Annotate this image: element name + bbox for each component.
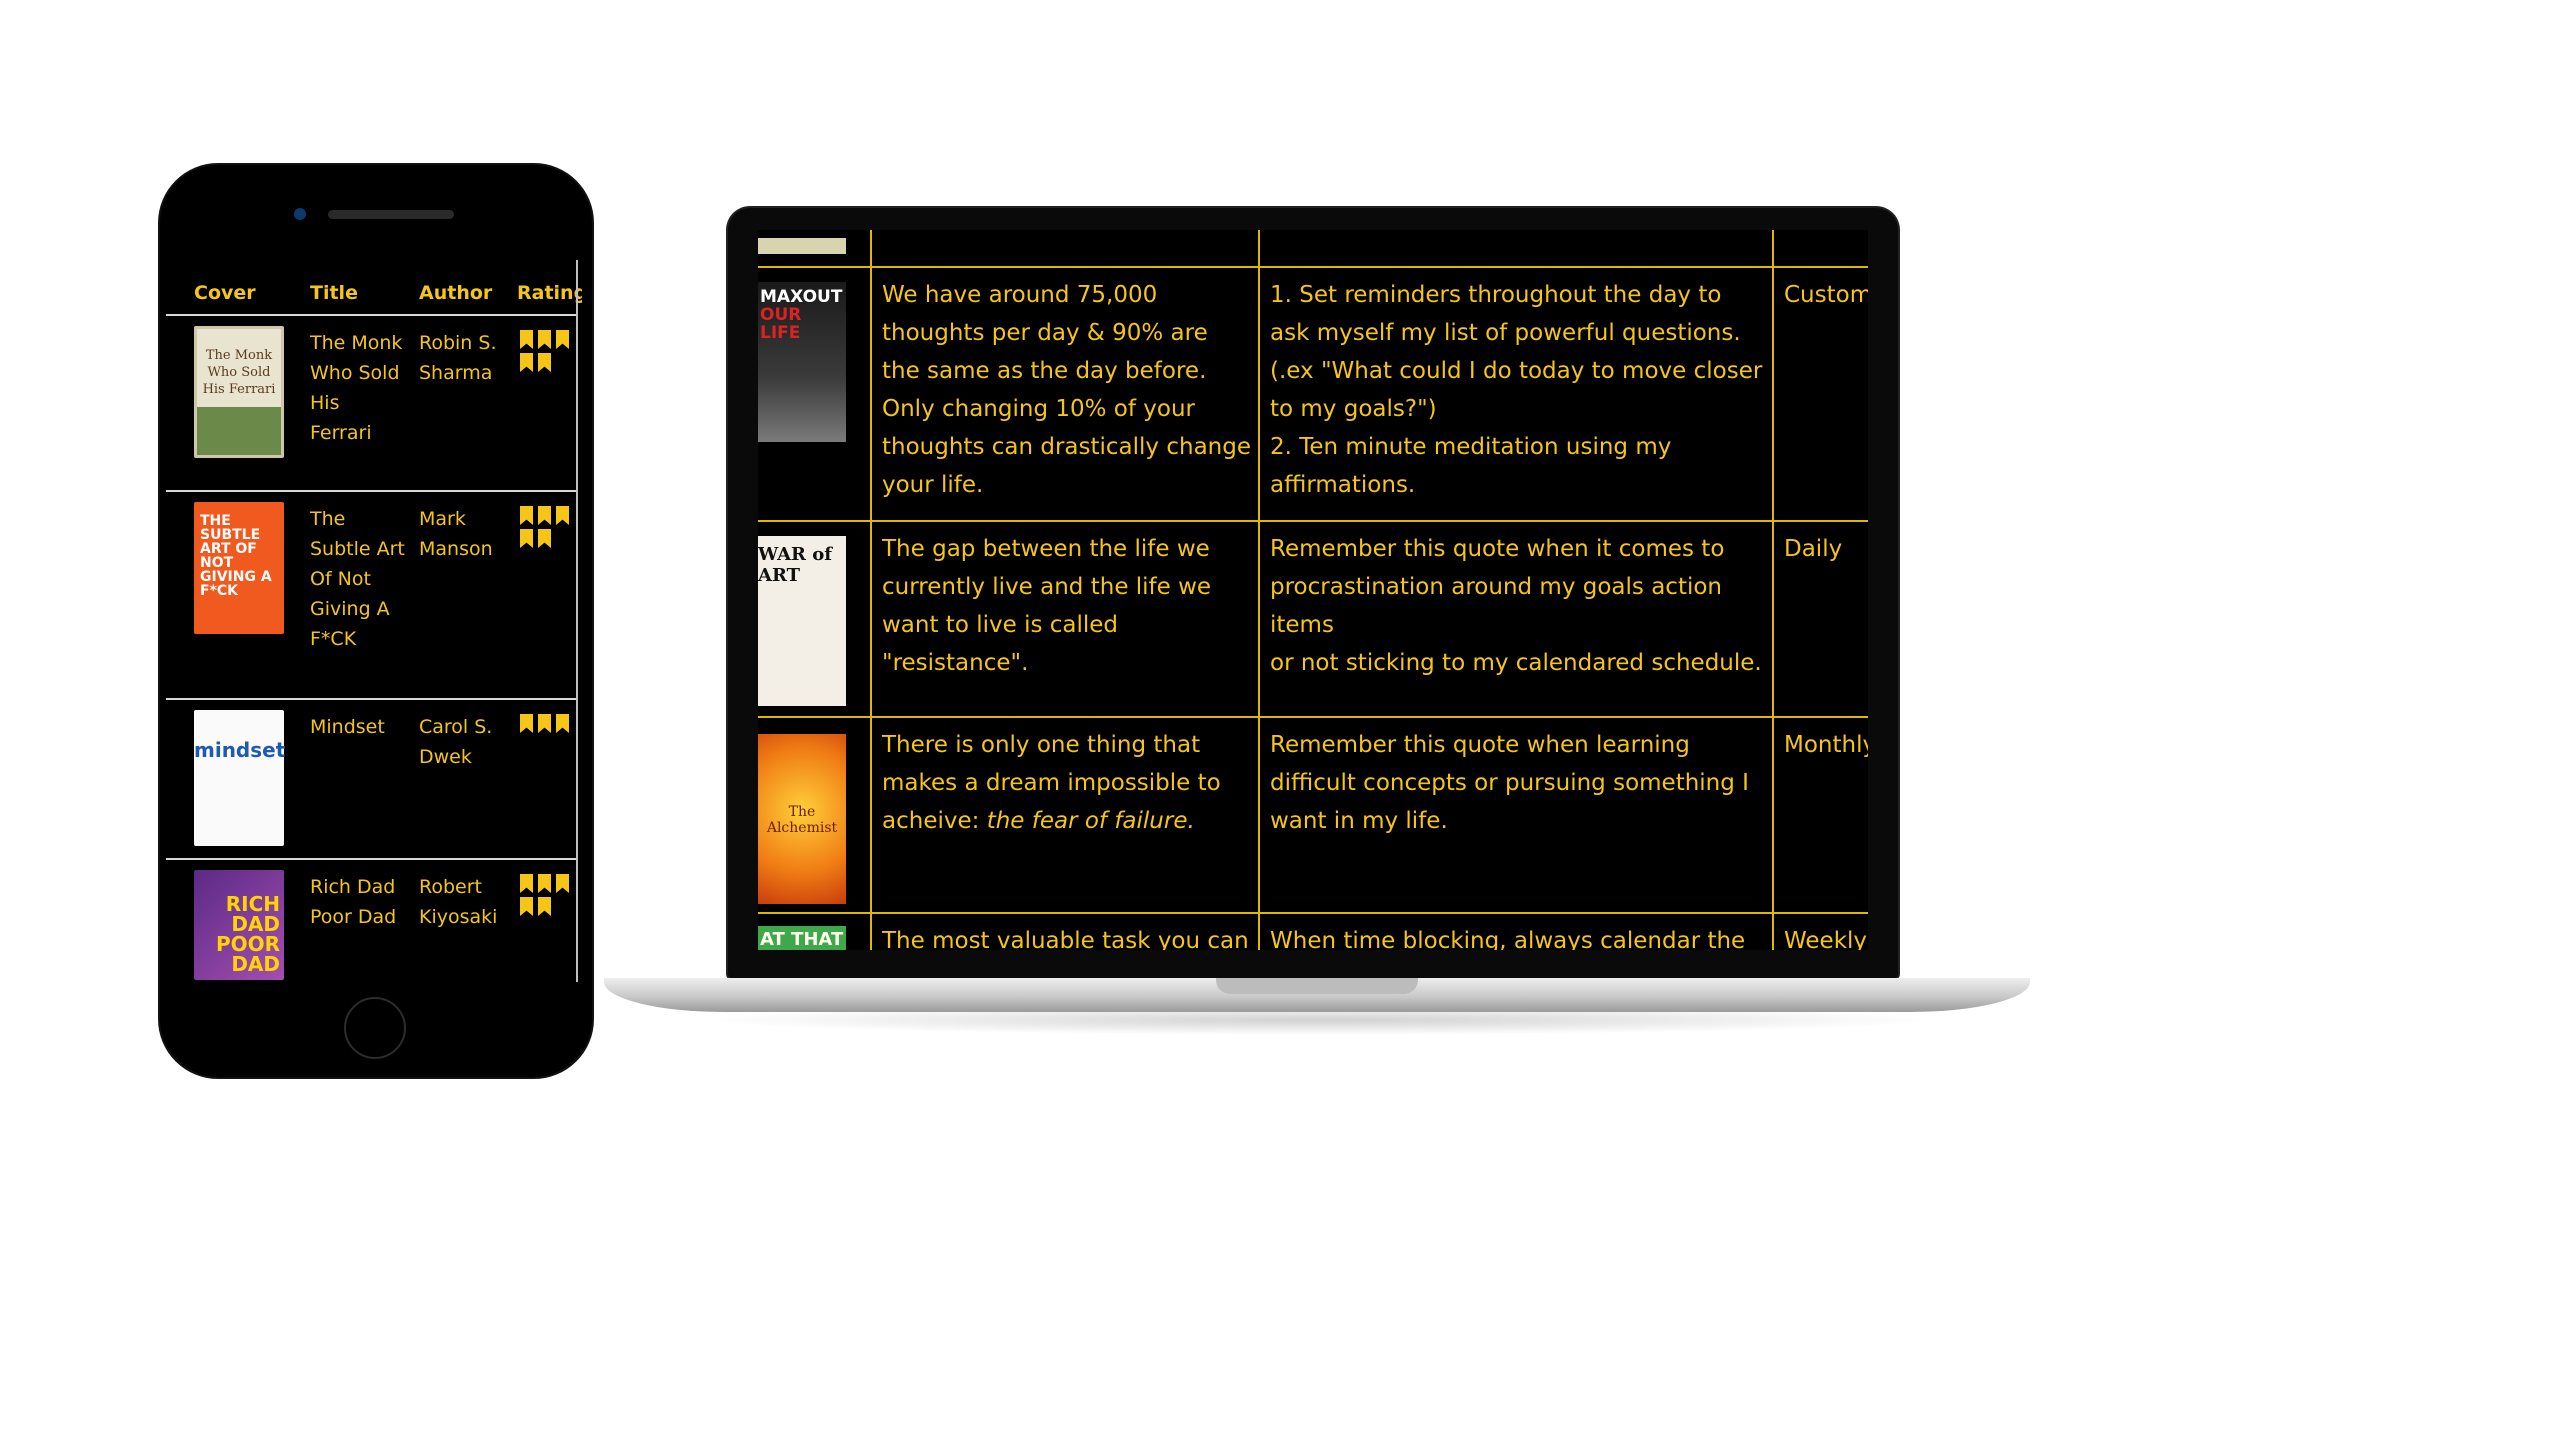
frequency-cell: Custom — [1784, 282, 1868, 308]
frequency-cell: Monthly — [1784, 732, 1868, 758]
rating-bookmark-icon — [556, 506, 569, 525]
rating-bookmark-icon — [556, 330, 569, 349]
action-line: 1. Set reminders throughout the day to a… — [1270, 282, 1741, 346]
rating — [520, 506, 580, 552]
row-divider — [758, 716, 1868, 718]
rating-bookmark-icon — [520, 529, 533, 548]
home-button[interactable] — [344, 997, 406, 1059]
laptop-screen[interactable]: MAXOUT OUR LIFE WAR of ART The Alchemist … — [758, 230, 1868, 950]
rating-bookmark-icon — [556, 714, 569, 733]
quote-cell: We have around 75,000 thoughts per day &… — [882, 282, 1251, 498]
laptop-base — [604, 978, 2030, 1012]
rating-bookmark-icon — [538, 529, 551, 548]
rating-bookmark-icon — [556, 874, 569, 893]
action-cell: Remember this quote when it comes to pro… — [1270, 530, 1766, 682]
table-row[interactable]: The Monk Who Sold His Ferrari The Monk W… — [166, 316, 576, 492]
book-cover[interactable]: The Monk Who Sold His Ferrari — [194, 326, 284, 458]
book-title: Mindset — [310, 716, 385, 738]
header-title[interactable]: Title — [310, 282, 358, 304]
rating — [520, 714, 580, 737]
column-divider — [1258, 230, 1260, 950]
cover-title: MAXOUT OUR LIFE — [760, 287, 843, 343]
cover-title: AT THAT — [760, 929, 844, 950]
cover-title: THE SUBTLE ART OF NOT GIVING A F*CK — [200, 513, 272, 599]
quote-cell: There is only one thing that makes a dre… — [882, 732, 1221, 834]
book-cover[interactable]: AT THAT — [758, 926, 846, 950]
book-author: Robin S. Sharma — [419, 332, 497, 384]
book-cover[interactable] — [758, 238, 846, 254]
book-cover[interactable]: THE SUBTLE ART OF NOT GIVING A F*CK — [194, 502, 284, 634]
rating-bookmark-icon — [520, 330, 533, 349]
phone-speaker — [328, 210, 454, 219]
book-author: Robert Kiyosaki — [419, 876, 498, 928]
column-divider — [870, 230, 872, 950]
cover-title: The Alchemist — [766, 804, 838, 836]
action-cell: 1. Set reminders throughout the day to a… — [1270, 276, 1766, 504]
cover-title: The Monk Who Sold His Ferrari — [202, 348, 276, 397]
action-line: Remember this quote when it comes to pro… — [1270, 536, 1725, 638]
rating — [520, 874, 580, 920]
phone-screen[interactable]: Cover Title Author Rating The Monk Who S… — [166, 260, 582, 982]
header-rating[interactable]: Rating — [517, 282, 582, 304]
rating-bookmark-icon — [538, 874, 551, 893]
notes-table: MAXOUT OUR LIFE WAR of ART The Alchemist … — [758, 230, 1868, 950]
rating-bookmark-icon — [520, 353, 533, 372]
book-table: Cover Title Author Rating The Monk Who S… — [166, 260, 582, 982]
cover-title: WAR of ART — [758, 544, 833, 586]
book-title: Rich Dad Poor Dad — [310, 876, 397, 928]
action-line: Remember this quote when learning diffic… — [1270, 732, 1749, 834]
laptop-mockup: MAXOUT OUR LIFE WAR of ART The Alchemist … — [728, 208, 1898, 978]
laptop-notch[interactable] — [1216, 978, 1418, 994]
cover-title: mindset — [194, 738, 286, 762]
frequency-cell: Weekly — [1784, 928, 1868, 950]
book-cover[interactable]: mindset — [194, 710, 286, 846]
rating-bookmark-icon — [520, 714, 533, 733]
book-cover[interactable]: RICH DAD POOR DAD — [194, 870, 284, 980]
column-divider — [1772, 230, 1774, 950]
rating-bookmark-icon — [520, 897, 533, 916]
action-line: or not sticking to my calendared schedul… — [1270, 650, 1762, 676]
phone-camera — [294, 208, 306, 220]
book-title: The Subtle Art Of Not Giving A F*CK — [310, 508, 405, 650]
book-author: Mark Manson — [419, 508, 493, 560]
header-author[interactable]: Author — [419, 282, 492, 304]
action-line: (.ex "What could I do today to move clos… — [1270, 358, 1763, 422]
scrollbar[interactable] — [576, 260, 578, 982]
frequency-cell: Daily — [1784, 536, 1843, 562]
header-cover[interactable]: Cover — [194, 282, 256, 304]
action-line: 2. Ten minute meditation using my affirm… — [1270, 434, 1672, 498]
rating — [520, 330, 580, 376]
book-cover[interactable]: MAXOUT OUR LIFE — [758, 282, 846, 442]
rating-bookmark-icon — [538, 353, 551, 372]
action-cell: Remember this quote when learning diffic… — [1270, 726, 1766, 840]
book-cover[interactable]: WAR of ART — [758, 536, 846, 706]
rating-bookmark-icon — [538, 330, 551, 349]
rating-bookmark-icon — [538, 506, 551, 525]
cover-title: RICH DAD POOR DAD — [215, 892, 280, 976]
book-author: Carol S. Dwek — [419, 716, 493, 768]
row-divider — [758, 912, 1868, 914]
book-title: The Monk Who Sold His Ferrari — [310, 332, 403, 444]
table-row[interactable]: mindset Mindset Carol S. Dwek — [166, 700, 576, 860]
rating-bookmark-icon — [520, 874, 533, 893]
rating-bookmark-icon — [520, 506, 533, 525]
rating-bookmark-icon — [538, 897, 551, 916]
quote-cell: The most valuable task you can — [882, 928, 1249, 950]
phone-mockup: Cover Title Author Rating The Monk Who S… — [160, 165, 592, 1077]
table-row[interactable]: RICH DAD POOR DAD Rich Dad Poor Dad Robe… — [166, 860, 576, 982]
rating-bookmark-icon — [538, 714, 551, 733]
action-cell: When time blocking, always calendar the — [1270, 928, 1746, 950]
quote-cell: The gap between the life we currently li… — [882, 536, 1212, 676]
quote-emphasis: the fear of failure. — [986, 808, 1195, 834]
book-cover[interactable]: The Alchemist — [758, 734, 846, 904]
table-header: Cover Title Author Rating — [166, 260, 582, 316]
table-row[interactable]: THE SUBTLE ART OF NOT GIVING A F*CK The … — [166, 492, 576, 700]
row-divider — [758, 266, 1868, 268]
row-divider — [758, 520, 1868, 522]
